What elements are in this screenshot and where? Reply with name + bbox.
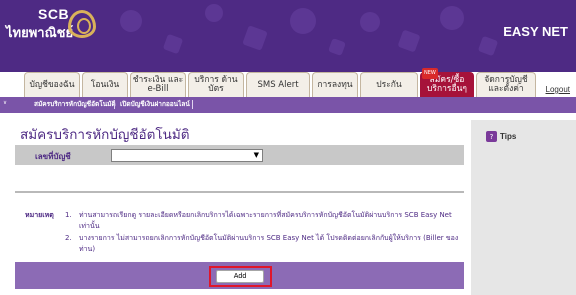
tab-transfer[interactable]: โอนเงิน xyxy=(82,72,128,97)
sub-nav-divider xyxy=(192,100,193,109)
decor-shape xyxy=(477,35,499,57)
question-icon: ? xyxy=(486,131,497,142)
logout-link[interactable]: Logout xyxy=(546,85,570,94)
tab-label: บัญชีของฉัน xyxy=(29,79,75,90)
tab-apply-services[interactable]: NEW สมัคร/ซื้อ บริการอื่นๆ xyxy=(420,68,474,97)
scb-emblem-icon xyxy=(68,10,96,38)
tab-label: การลงทุน xyxy=(317,79,353,90)
sub-nav-open-deposit[interactable]: เปิดบัญชีเงินฝากออนไลน์ xyxy=(120,99,190,109)
tab-payment-ebill[interactable]: ชำระเงิน และ e-Bill xyxy=(130,72,186,97)
tab-card-services[interactable]: บริการ ด้านบัตร xyxy=(188,72,244,97)
new-badge: NEW xyxy=(422,68,438,79)
tab-label: จัดการบัญชี และตั้งค่า xyxy=(484,75,528,94)
decor-shape xyxy=(440,6,464,30)
tab-label: โอนเงิน xyxy=(90,79,120,90)
logo-text-th: ไทยพาณิชย์ xyxy=(6,26,74,41)
decor-shape xyxy=(360,12,380,32)
add-button[interactable]: Add xyxy=(216,270,264,283)
product-name: EASY NET xyxy=(503,24,568,39)
account-number-select[interactable]: ▼ xyxy=(111,149,263,162)
tab-my-account[interactable]: บัญชีของฉัน xyxy=(24,72,80,97)
decor-shape xyxy=(120,10,142,32)
sub-nav-divider xyxy=(114,100,115,109)
action-bar: Add xyxy=(15,262,464,289)
sub-nav-auto-debit[interactable]: สมัครบริการหักบัญชีอัตโนมัติ xyxy=(34,99,116,109)
tab-label: SMS Alert xyxy=(257,79,299,90)
sub-navigation: ∨ สมัครบริการหักบัญชีอัตโนมัติ เปิดบัญชี… xyxy=(0,97,576,113)
tab-investment[interactable]: การลงทุน xyxy=(312,72,358,97)
account-selector-row: เลขที่บัญชี ▼ xyxy=(15,145,464,165)
tab-account-settings[interactable]: จัดการบัญชี และตั้งค่า xyxy=(476,72,536,97)
tab-label: ชำระเงิน และ e-Bill xyxy=(132,75,184,94)
header-banner: SCB ไทยพาณิชย์ EASY NET xyxy=(0,0,576,72)
note-number: 2. xyxy=(65,234,72,242)
decor-shape xyxy=(397,29,421,53)
decor-shape xyxy=(290,8,316,34)
dropdown-arrow-icon: ▼ xyxy=(253,151,259,159)
main-nav-tabs: บัญชีของฉัน โอนเงิน ชำระเงิน และ e-Bill … xyxy=(0,68,576,97)
chevron-down-icon: ∨ xyxy=(3,100,8,106)
note-label: หมายเหตุ xyxy=(25,211,54,219)
logo-text-en: SCB xyxy=(38,6,70,22)
decor-shape xyxy=(328,38,346,56)
tips-title: Tips xyxy=(500,132,517,141)
page-title: สมัครบริการหักบัญชีอัตโนมัติ xyxy=(20,127,190,143)
tips-panel: ? Tips xyxy=(471,120,576,295)
section-divider xyxy=(15,191,464,193)
note-text: บางรายการ ไม่สามารถยกเลิกการหักบัญชีอัตโ… xyxy=(79,234,459,253)
decor-shape xyxy=(162,33,184,55)
scb-logo[interactable]: SCB ไทยพาณิชย์ xyxy=(4,6,96,42)
tab-insurance[interactable]: ประกัน xyxy=(360,72,418,97)
add-button-highlight: Add xyxy=(209,266,272,287)
note-text: ท่านสามารถเรียกดู รายละเอียดหรือยกเลิกบร… xyxy=(79,211,452,230)
tab-label: บริการ ด้านบัตร xyxy=(194,75,238,94)
account-number-label: เลขที่บัญชี xyxy=(35,152,71,161)
decor-shape xyxy=(205,4,223,22)
tab-label: ประกัน xyxy=(376,79,402,90)
note-number: 1. xyxy=(65,211,72,219)
tips-header[interactable]: ? Tips xyxy=(486,131,516,142)
decor-shape xyxy=(242,25,268,51)
tab-sms-alert[interactable]: SMS Alert xyxy=(246,72,310,97)
